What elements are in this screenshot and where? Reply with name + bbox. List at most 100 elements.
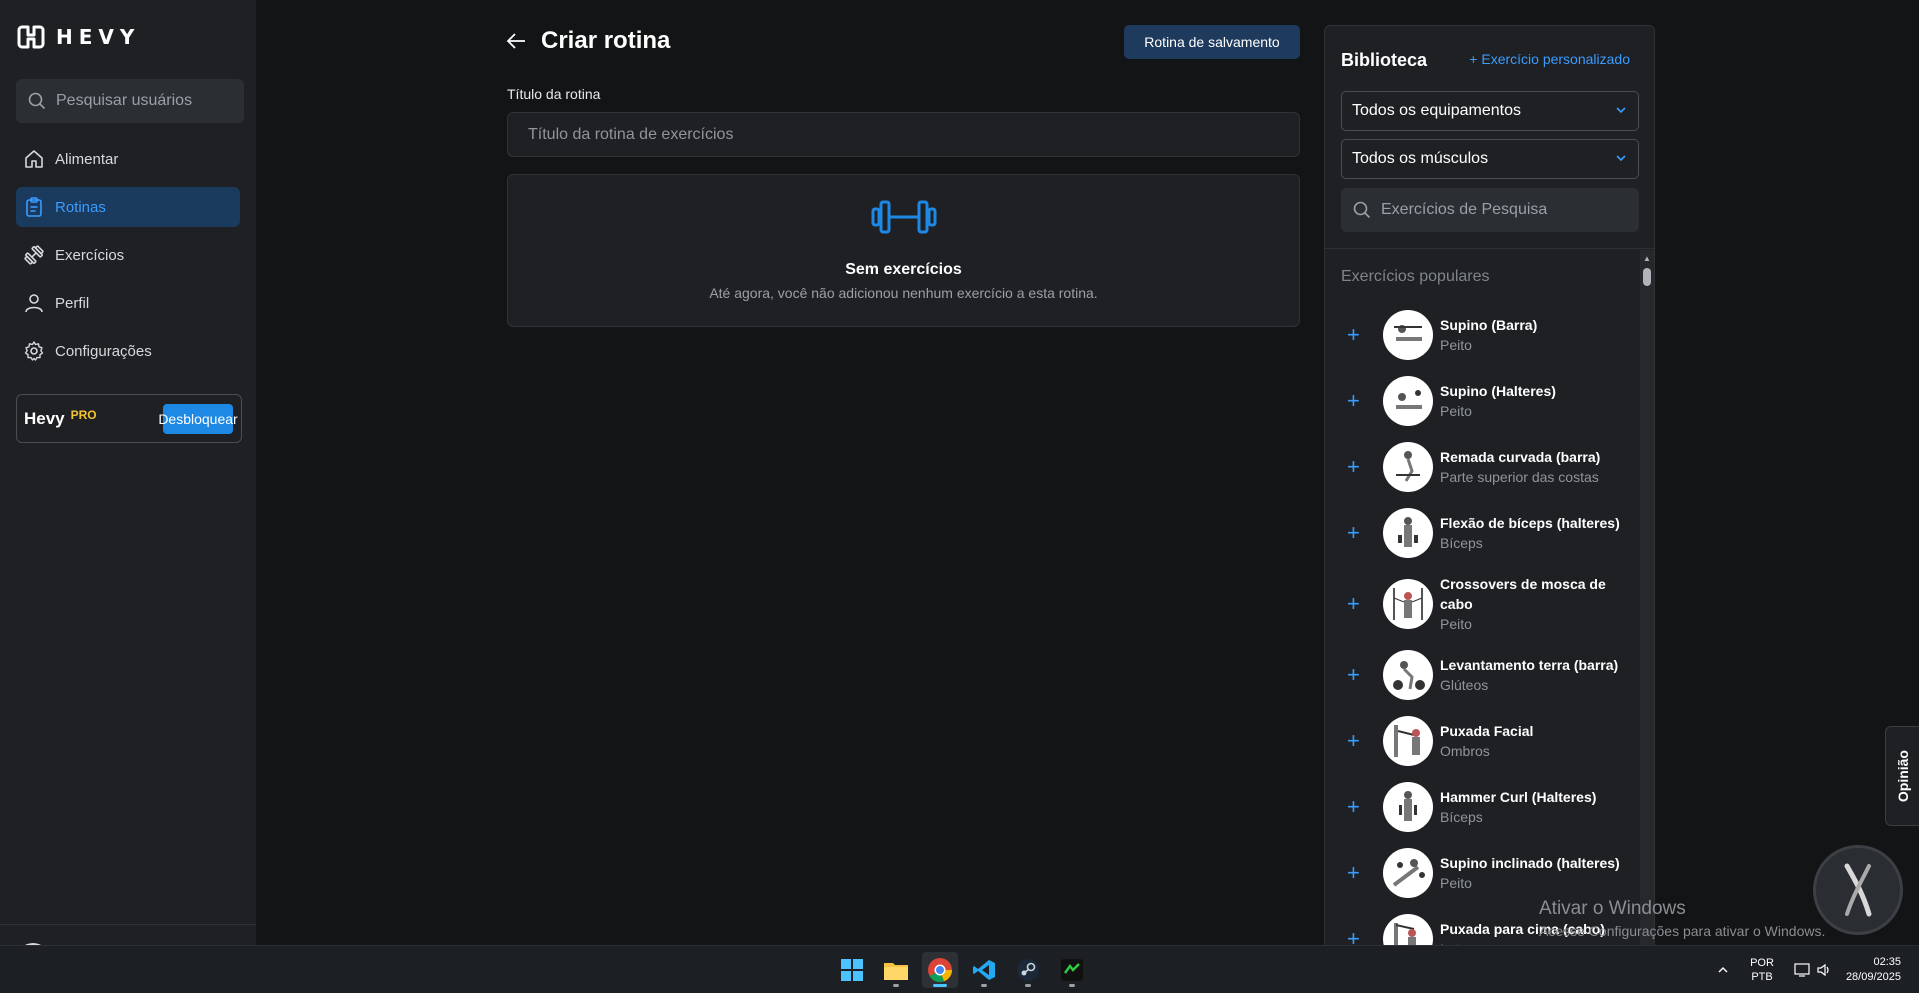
back-arrow-icon[interactable] — [505, 31, 527, 51]
feedback-tab[interactable]: Opinião — [1885, 726, 1919, 826]
muscle-select-value: Todos os músculos — [1352, 150, 1489, 167]
equipment-select[interactable]: Todos os equipamentos — [1341, 91, 1639, 131]
add-icon[interactable]: + — [1347, 456, 1367, 478]
logo-text: HEVY — [56, 25, 141, 49]
exercise-item[interactable]: + Flexão de bíceps (halteres) Bíceps — [1325, 500, 1637, 566]
exercise-name: Supino (Halteres) — [1440, 383, 1556, 399]
volume-icon[interactable] — [1816, 962, 1832, 978]
language-code: POR — [1750, 957, 1774, 969]
windows-activation-subtitle: Acesse Configurações para ativar o Windo… — [1539, 923, 1826, 939]
gear-icon — [24, 341, 44, 361]
equipment-select-value: Todos os equipamentos — [1352, 102, 1521, 119]
taskbar-app-green[interactable] — [1054, 952, 1090, 988]
sidebar-item-rotinas[interactable]: Rotinas — [16, 187, 240, 227]
exercise-item[interactable]: + Supino (Barra) Peito — [1325, 302, 1637, 368]
chrome-icon — [928, 958, 952, 982]
exercise-search-input[interactable]: Exercícios de Pesquisa — [1341, 188, 1639, 232]
sidebar-item-label: Perfil — [55, 294, 90, 312]
network-icon[interactable] — [1794, 962, 1810, 978]
sidebar-item-label: Exercícios — [55, 246, 125, 264]
exercise-muscle: Peito — [1440, 337, 1472, 353]
search-users-placeholder: Pesquisar usuários — [56, 92, 193, 109]
pro-tag: PRO — [70, 407, 97, 422]
add-icon[interactable]: + — [1347, 522, 1367, 544]
sidebar-item-label: Rotinas — [55, 198, 106, 216]
muscle-select[interactable]: Todos os músculos — [1341, 139, 1639, 179]
exercise-muscle: Parte superior das costas — [1440, 469, 1599, 485]
scroll-up-arrow-icon[interactable]: ▲ — [1643, 254, 1651, 263]
exercise-muscle: Peito — [1440, 875, 1472, 891]
exercise-list: + Supino (Barra) Peito + Supino (Halteres… — [1325, 302, 1637, 967]
chevron-up-icon[interactable] — [1716, 963, 1730, 977]
app-root: HEVY Pesquisar usuários Alimentar Rotina… — [0, 0, 1919, 993]
popular-exercises-label: Exercícios populares — [1341, 268, 1490, 285]
unlock-button[interactable]: Desbloquear — [158, 404, 238, 434]
clock[interactable]: 02:35 28/09/2025 — [1846, 955, 1901, 985]
exercise-name: Supino (Barra) — [1440, 317, 1538, 333]
exercise-item[interactable]: + Crossovers de mosca de cabo Peito — [1325, 566, 1637, 642]
taskbar-steam[interactable] — [1010, 952, 1046, 988]
exercise-muscle: Peito — [1440, 616, 1472, 632]
routine-title-label: Título da rotina — [507, 86, 601, 102]
user-icon — [25, 294, 43, 313]
save-routine-button[interactable]: Rotina de salvamento — [1124, 25, 1300, 59]
add-icon[interactable]: + — [1347, 796, 1367, 818]
add-icon[interactable]: + — [1347, 324, 1367, 346]
sidebar-item-exercicios[interactable]: Exercícios — [16, 235, 240, 275]
language-indicator[interactable]: POR PTB — [1750, 956, 1774, 984]
exercise-thumbnail — [1383, 508, 1433, 558]
exercise-name: Remada curvada (barra) — [1440, 449, 1601, 465]
folder-icon — [884, 963, 908, 980]
green-app-icon — [1061, 959, 1083, 981]
exercise-name: Flexão de bíceps (halteres) — [1440, 515, 1620, 531]
sidebar-item-alimentar[interactable]: Alimentar — [16, 139, 240, 179]
exercise-item[interactable]: + Puxada Facial Ombros — [1325, 708, 1637, 774]
sidebar-item-label: Alimentar — [55, 150, 119, 168]
taskbar-chrome[interactable] — [922, 952, 958, 988]
windows-logo-icon — [841, 959, 863, 981]
hevy-logo[interactable]: HEVY — [16, 24, 140, 50]
sidebar-item-perfil[interactable]: Perfil — [16, 283, 240, 323]
exercise-name: Hammer Curl (Halteres) — [1440, 789, 1597, 805]
exercise-thumbnail — [1383, 848, 1433, 898]
taskbar-vscode[interactable] — [966, 952, 1002, 988]
add-icon[interactable]: + — [1347, 664, 1367, 686]
keyboard-layout: PTB — [1751, 971, 1773, 983]
exercise-item[interactable]: + Supino (Halteres) Peito — [1325, 368, 1637, 434]
exercise-search-placeholder: Exercícios de Pesquisa — [1381, 201, 1548, 218]
floating-assistant-icon[interactable] — [1813, 845, 1903, 935]
chevron-down-icon — [1616, 107, 1626, 114]
exercise-thumbnail — [1383, 310, 1433, 360]
add-icon[interactable]: + — [1347, 730, 1367, 752]
custom-exercise-link[interactable]: + Exercício personalizado — [1469, 51, 1630, 67]
taskbar-apps — [834, 952, 1090, 988]
sidebar: HEVY Pesquisar usuários Alimentar Rotina… — [0, 0, 256, 977]
exercise-name: Crossovers de mosca de cabo — [1440, 576, 1606, 612]
scroll-thumb[interactable] — [1643, 268, 1651, 286]
home-icon — [25, 150, 43, 168]
windows-activation-title: Ativar o Windows — [1539, 898, 1686, 919]
exercise-item[interactable]: + Remada curvada (barra) Parte superior d… — [1325, 434, 1637, 500]
library-scrollbar[interactable]: ▲ ▼ — [1640, 250, 1654, 967]
exercise-item[interactable]: + Hammer Curl (Halteres) Bíceps — [1325, 774, 1637, 840]
chevron-down-icon — [1616, 155, 1626, 162]
add-icon[interactable]: + — [1347, 593, 1367, 615]
steam-icon — [1017, 959, 1039, 981]
search-icon — [1353, 201, 1371, 219]
search-users-input[interactable]: Pesquisar usuários — [16, 79, 244, 123]
running-indicator — [893, 984, 899, 987]
exercise-item[interactable]: + Levantamento terra (barra) Glúteos — [1325, 642, 1637, 708]
add-icon[interactable]: + — [1347, 862, 1367, 884]
empty-subtitle: Até agora, você não adicionou nenhum exe… — [709, 285, 1098, 301]
exercise-muscle: Bíceps — [1440, 809, 1483, 825]
exercise-item[interactable]: + Supino inclinado (halteres) Peito — [1325, 840, 1637, 906]
routine-title-input[interactable] — [507, 112, 1300, 157]
start-button[interactable] — [834, 952, 870, 988]
library-divider — [1325, 248, 1654, 249]
sidebar-item-configuracoes[interactable]: Configurações — [16, 331, 240, 371]
library-title: Biblioteca — [1341, 50, 1428, 70]
add-icon[interactable]: + — [1347, 390, 1367, 412]
taskbar-file-explorer[interactable] — [878, 952, 914, 988]
pro-upsell-card: Hevy PRO Desbloquear — [16, 394, 242, 443]
dumbbell-icon — [24, 245, 44, 265]
